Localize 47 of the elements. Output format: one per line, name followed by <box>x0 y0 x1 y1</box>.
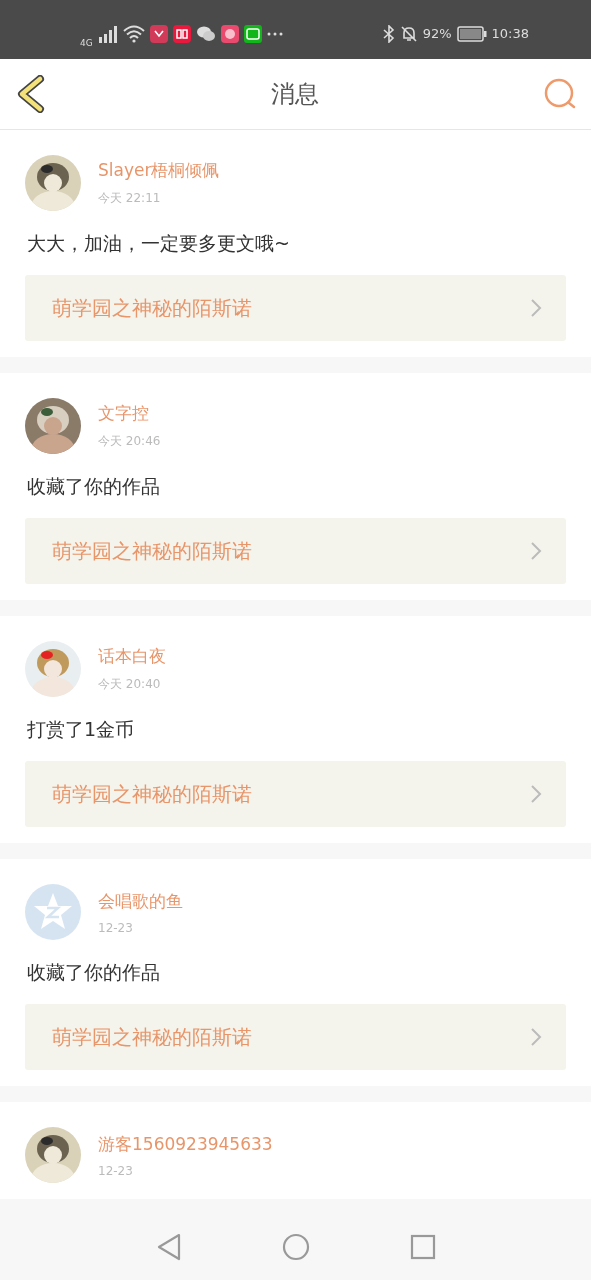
recents-icon[interactable] <box>409 1233 436 1260</box>
work-title: 萌学园之神秘的陌斯诺 <box>52 537 252 565</box>
chevron-right-icon <box>530 784 542 804</box>
battery-icon <box>456 25 487 42</box>
clock: 10:38 <box>491 26 529 41</box>
home-icon[interactable] <box>281 1232 310 1261</box>
app-icon <box>149 24 168 43</box>
app-icon <box>220 24 239 43</box>
muted-bell-icon <box>399 24 418 43</box>
bluetooth-icon <box>382 24 395 43</box>
chat-bubbles-icon <box>195 24 216 43</box>
message-time: 今天 22:11 <box>98 190 162 207</box>
message-text: 大大，加油，一定要多更文哦~ <box>27 231 291 256</box>
default-avatar-icon <box>25 884 81 940</box>
wifi-icon <box>122 24 145 43</box>
user-name[interactable]: Slayer梧桐倾佩 <box>98 159 220 182</box>
user-name[interactable]: 会唱歌的鱼 <box>98 889 183 913</box>
work-link[interactable]: 萌学园之神秘的陌斯诺 <box>25 761 566 827</box>
user-name[interactable]: 游客1560923945633 <box>98 1132 273 1156</box>
battery-percent: 92% <box>422 26 452 41</box>
work-title: 萌学园之神秘的陌斯诺 <box>52 1023 252 1051</box>
user-name[interactable]: 话本白夜 <box>98 645 166 668</box>
work-title: 萌学园之神秘的陌斯诺 <box>52 780 252 808</box>
message-text: 收藏了你的作品 <box>27 960 161 985</box>
chevron-right-icon <box>530 298 542 318</box>
message-text: 打赏了1金币 <box>27 717 136 742</box>
network-type: 4G <box>80 37 93 48</box>
signal-icon <box>97 24 118 43</box>
message-time: 今天 20:46 <box>98 433 161 450</box>
more-icon <box>266 30 283 37</box>
work-link[interactable]: 萌学园之神秘的陌斯诺 <box>25 1004 566 1070</box>
back-chevron-icon <box>16 75 46 113</box>
message-text: 收藏了你的作品 <box>27 474 161 499</box>
page-title: 消息 <box>270 79 319 110</box>
message-time: 12-23 <box>98 1163 134 1178</box>
user-name[interactable]: 文字控 <box>98 402 161 425</box>
back-icon[interactable] <box>155 1232 182 1261</box>
search-icon <box>543 77 577 111</box>
app-icon <box>172 24 191 43</box>
work-link[interactable]: 萌学园之神秘的陌斯诺 <box>25 275 566 341</box>
message-time: 12-23 <box>98 920 134 935</box>
work-link[interactable]: 萌学园之神秘的陌斯诺 <box>25 518 566 584</box>
chevron-right-icon <box>530 1027 542 1047</box>
work-title: 萌学园之神秘的陌斯诺 <box>52 294 252 322</box>
message-time: 今天 20:40 <box>98 676 162 693</box>
chevron-right-icon <box>530 541 542 561</box>
app-icon <box>243 24 262 43</box>
